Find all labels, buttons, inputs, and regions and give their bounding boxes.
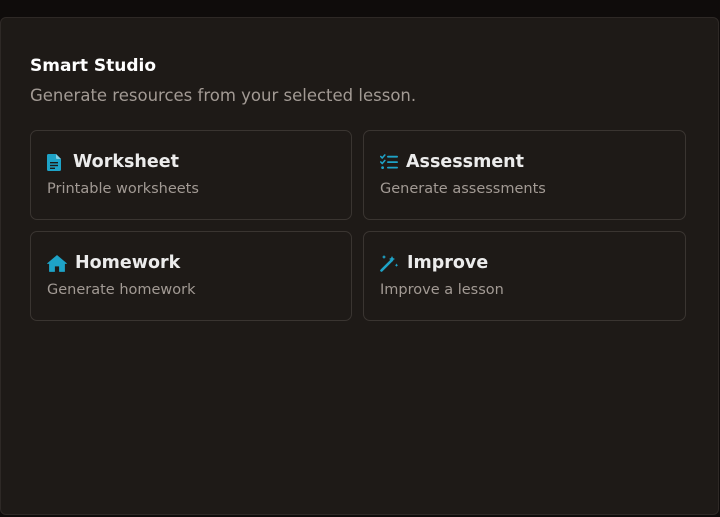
card-description: Printable worksheets bbox=[47, 181, 199, 197]
magic-wand-icon bbox=[380, 253, 402, 273]
card-title: Improve bbox=[407, 253, 489, 273]
card-header: Homework bbox=[47, 252, 335, 274]
card-title: Homework bbox=[75, 253, 181, 273]
card-title: Worksheet bbox=[73, 152, 179, 172]
homework-card[interactable]: Homework Generate homework bbox=[30, 231, 352, 321]
panel-subtitle: Generate resources from your selected le… bbox=[30, 86, 417, 105]
card-description: Generate assessments bbox=[380, 181, 546, 197]
panel-title: Smart Studio bbox=[30, 56, 157, 76]
card-header: Worksheet bbox=[47, 151, 335, 173]
card-header: Improve bbox=[380, 252, 669, 274]
checklist-icon bbox=[380, 152, 400, 172]
home-icon bbox=[47, 253, 69, 273]
panel-header: Smart Studio Generate resources from you… bbox=[30, 55, 416, 107]
card-description: Improve a lesson bbox=[380, 282, 504, 298]
assessment-card[interactable]: Assessment Generate assessments bbox=[363, 130, 686, 220]
worksheet-card[interactable]: Worksheet Printable worksheets bbox=[30, 130, 352, 220]
improve-card[interactable]: Improve Improve a lesson bbox=[363, 231, 686, 321]
card-description: Generate homework bbox=[47, 282, 196, 298]
smart-studio-panel: Smart Studio Generate resources from you… bbox=[0, 17, 719, 515]
document-icon bbox=[47, 152, 67, 172]
card-title: Assessment bbox=[406, 152, 525, 172]
card-header: Assessment bbox=[380, 151, 669, 173]
resource-card-grid: Worksheet Printable worksheets Assessmen… bbox=[30, 130, 687, 321]
